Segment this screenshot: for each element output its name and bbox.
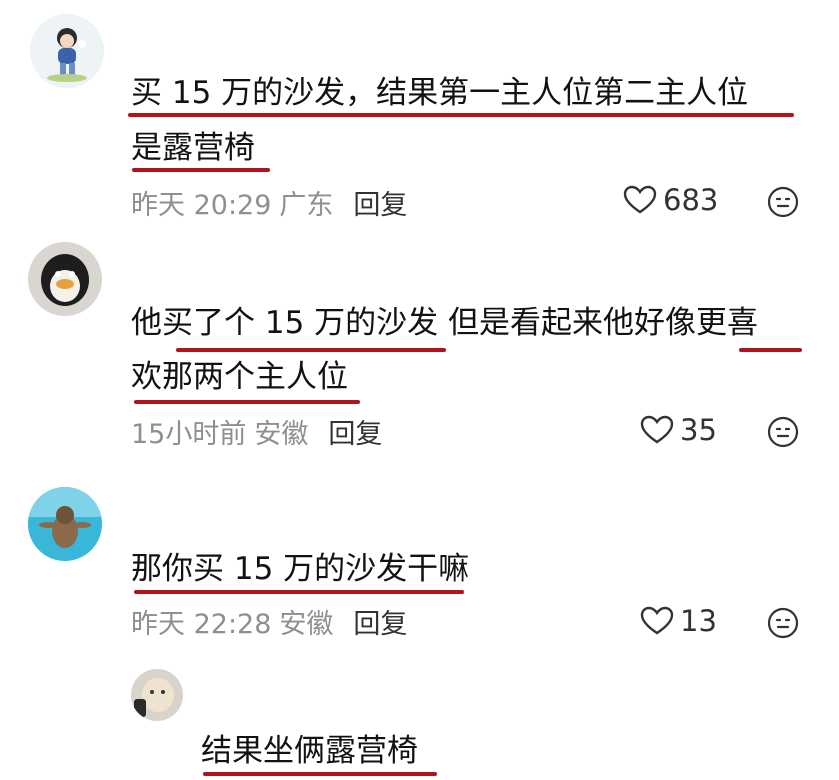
text-underline [132, 168, 270, 172]
text-underline [134, 590, 464, 594]
reply-button[interactable]: 回复 [328, 419, 382, 450]
comment-text: 欢那两个主人位 [131, 359, 348, 395]
avatar-illustration [28, 242, 102, 316]
like-button[interactable]: 683 [623, 183, 718, 217]
dislike-button[interactable] [767, 416, 799, 448]
like-count: 13 [680, 604, 717, 638]
neutral-face-icon [767, 607, 799, 639]
heart-outline-icon [623, 185, 657, 214]
heart-outline-icon [640, 415, 674, 444]
comment-meta: 昨天 20:29 广东 回复 [131, 183, 407, 222]
reply-text: 结果坐俩露营椅 [201, 733, 418, 769]
comment-meta: 昨天 22:28 安徽 回复 [131, 602, 407, 641]
like-button[interactable]: 35 [640, 413, 717, 447]
text-underline [128, 113, 794, 117]
text-underline [176, 348, 446, 352]
text-underline [203, 772, 437, 776]
neutral-face-icon [767, 186, 799, 218]
avatar-illustration [28, 487, 102, 561]
avatar[interactable] [28, 242, 102, 316]
comment-text: 他买了个 15 万的沙发 但是看起来他好像更喜 [131, 305, 759, 341]
dislike-button[interactable] [767, 607, 799, 639]
avatar[interactable] [28, 487, 102, 561]
reply-button[interactable]: 回复 [353, 190, 407, 221]
timestamp: 昨天 20:29 [131, 190, 272, 221]
heart-outline-icon [640, 606, 674, 635]
dislike-button[interactable] [767, 186, 799, 218]
reply-button[interactable]: 回复 [353, 609, 407, 640]
avatar[interactable] [131, 669, 183, 721]
text-underline [739, 348, 802, 352]
avatar-illustration [30, 14, 104, 88]
neutral-face-icon [767, 416, 799, 448]
text-underline [134, 400, 360, 404]
ip-location: 安徽 [279, 609, 334, 640]
avatar[interactable] [30, 14, 104, 88]
timestamp: 15小时前 [131, 419, 247, 450]
comment-text: 买 15 万的沙发，结果第一主人位第二主人位 [131, 75, 749, 111]
like-count: 35 [680, 413, 717, 447]
comment-text: 那你买 15 万的沙发干嘛 [131, 551, 470, 587]
ip-location: 广东 [279, 190, 334, 221]
comment-text: 是露营椅 [131, 130, 255, 166]
ip-location: 安徽 [254, 419, 309, 450]
like-count: 683 [663, 183, 719, 217]
like-button[interactable]: 13 [640, 604, 717, 638]
comment-meta: 15小时前 安徽 回复 [131, 412, 382, 451]
avatar-illustration [131, 669, 183, 721]
timestamp: 昨天 22:28 [131, 609, 272, 640]
